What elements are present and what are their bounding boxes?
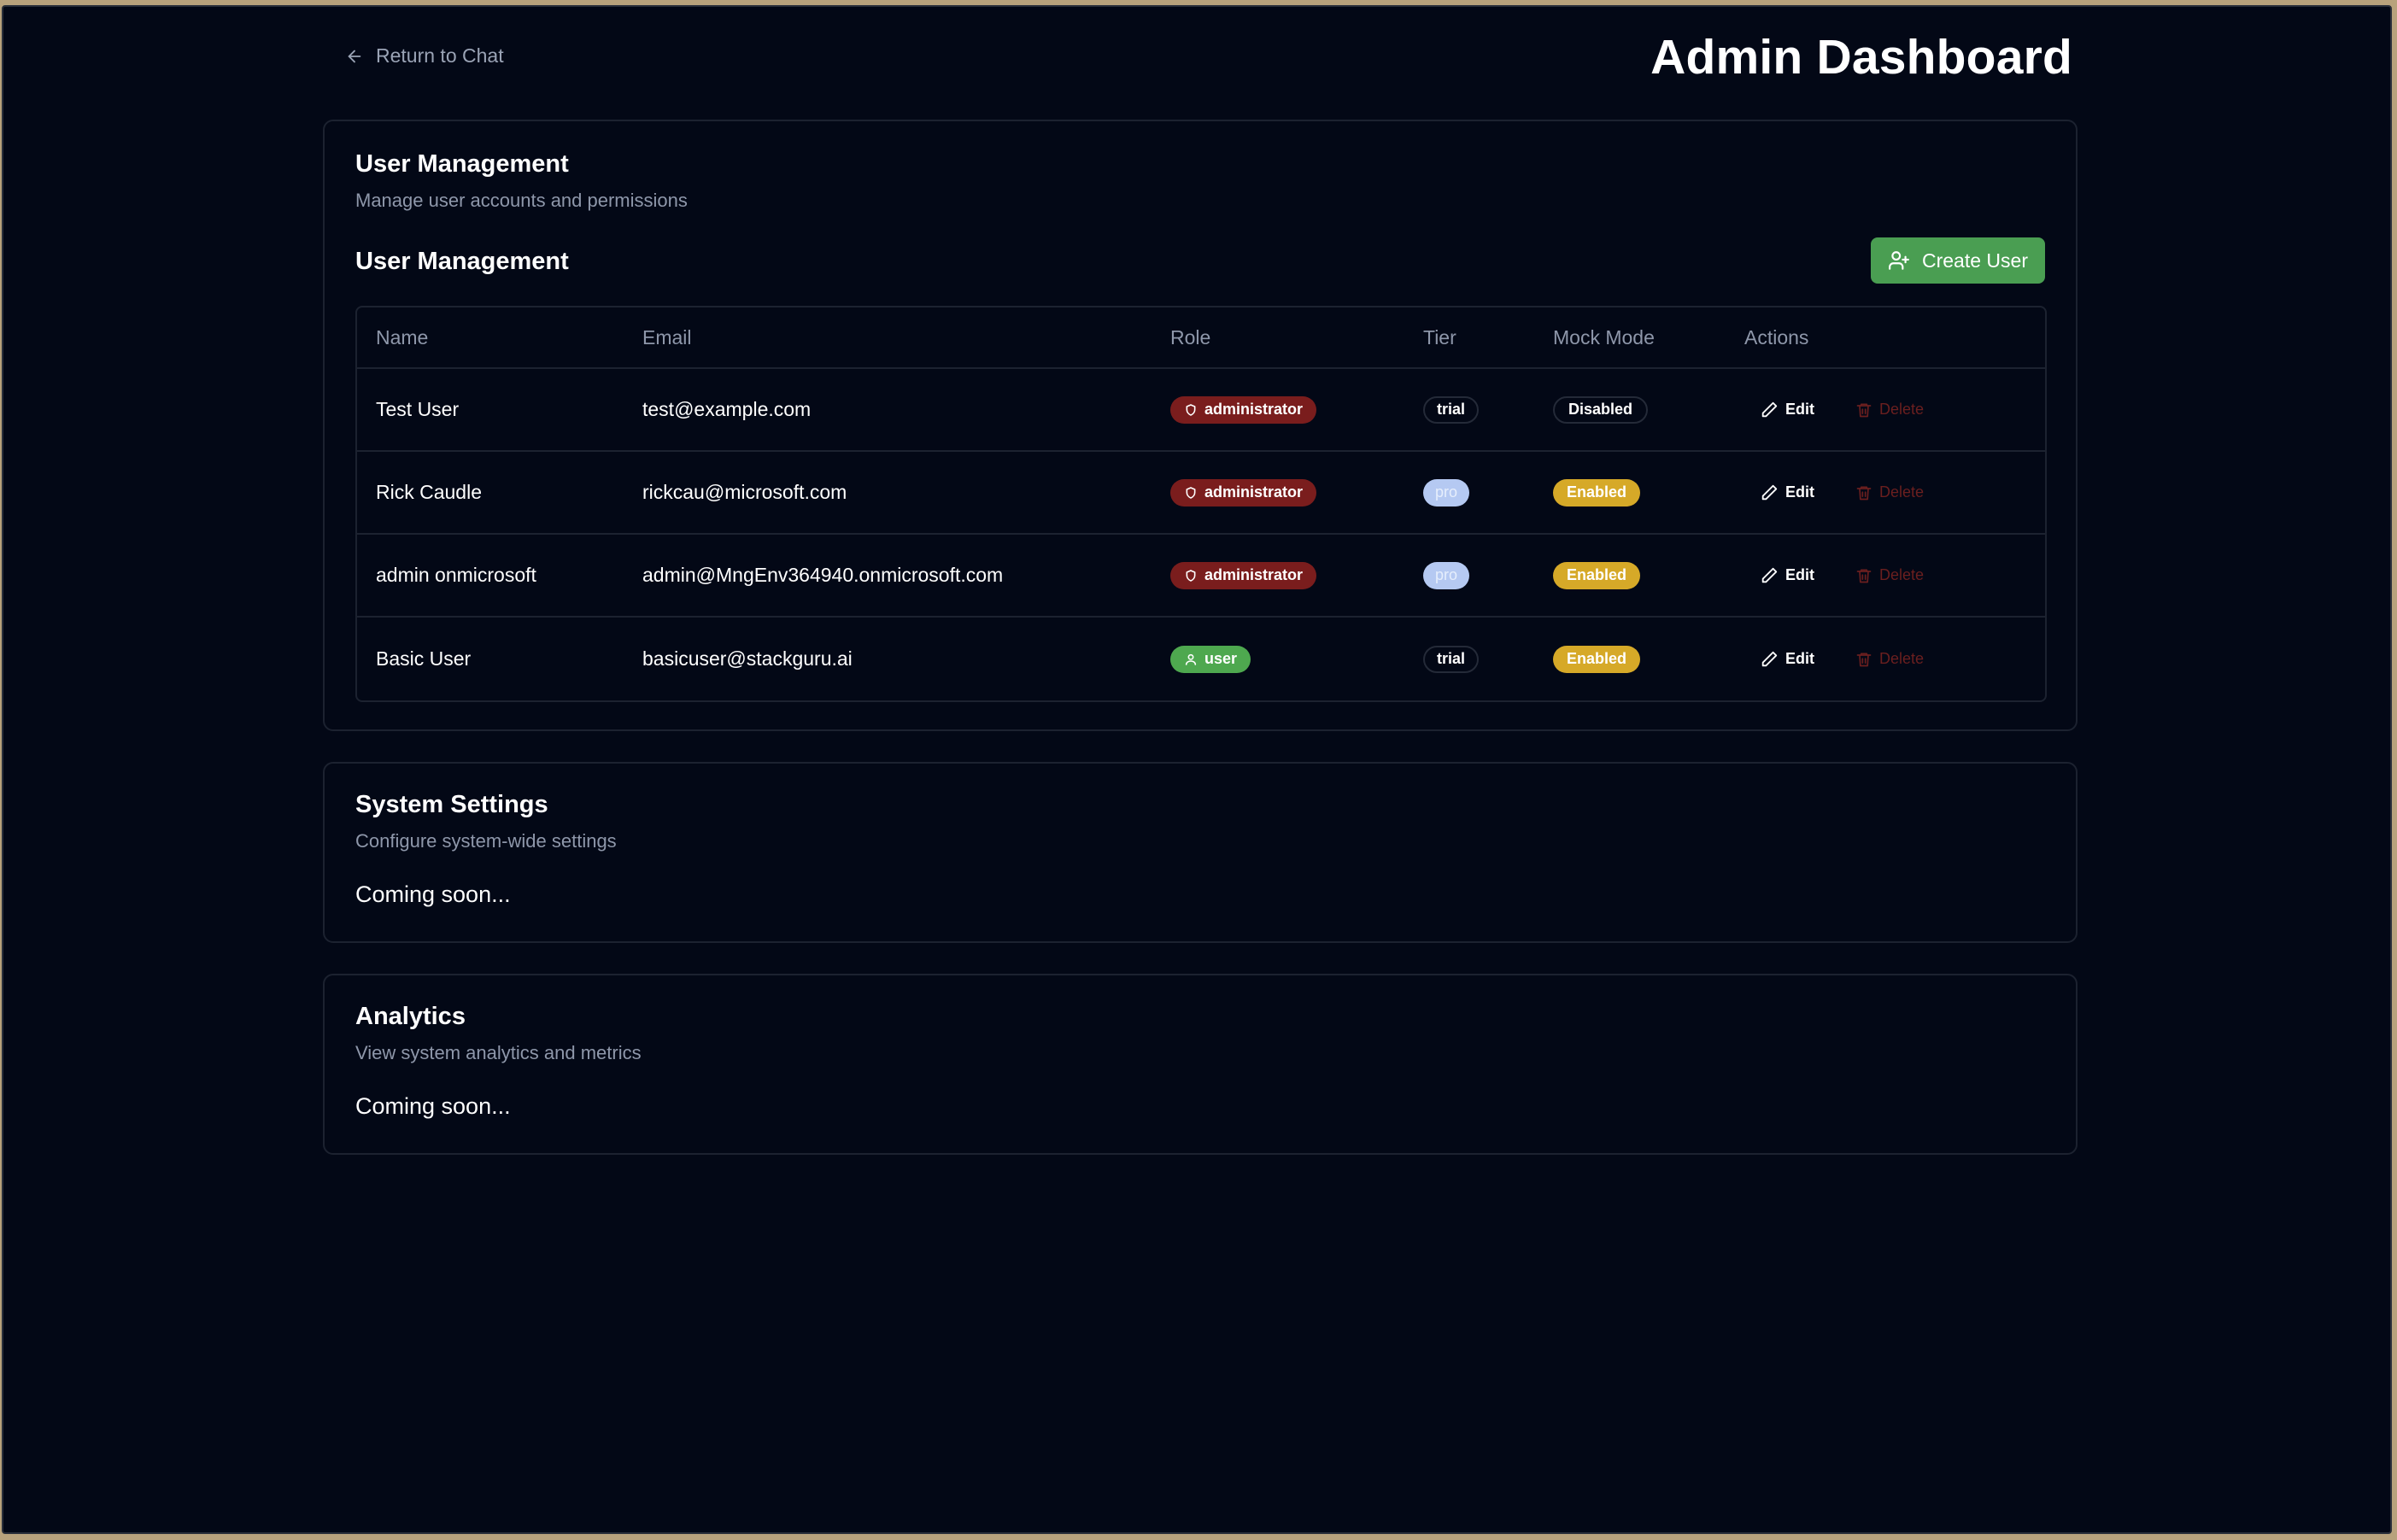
tier-cell: pro bbox=[1423, 452, 1470, 533]
trash-icon bbox=[1856, 569, 1872, 583]
column-header-mock-mode[interactable]: Mock Mode bbox=[1553, 307, 1655, 367]
delete-label: Delete bbox=[1879, 401, 1925, 418]
edit-label: Edit bbox=[1785, 401, 1814, 418]
role-label: administrator bbox=[1204, 483, 1304, 501]
role-cell: user bbox=[1170, 618, 1251, 700]
arrow-left-icon bbox=[348, 50, 361, 62]
tier-cell: pro bbox=[1423, 535, 1470, 616]
mock-mode-cell: Enabled bbox=[1553, 452, 1641, 533]
column-header-email[interactable]: Email bbox=[642, 307, 692, 367]
return-to-chat-link[interactable]: Return to Chat bbox=[345, 44, 504, 67]
delete-label: Delete bbox=[1879, 650, 1925, 667]
column-header-actions: Actions bbox=[1744, 325, 1809, 348]
edit-button[interactable]: Edit bbox=[1760, 369, 1814, 450]
section-title: User Management bbox=[355, 248, 569, 275]
mock-mode-badge: Disabled bbox=[1553, 395, 1649, 424]
shield-icon bbox=[1186, 403, 1196, 416]
edit-label: Edit bbox=[1785, 483, 1814, 501]
role-cell: administrator bbox=[1170, 452, 1317, 533]
user-name: Basic User bbox=[376, 647, 472, 670]
card-subtitle: Configure system-wide settings bbox=[355, 830, 617, 852]
trash-icon bbox=[1856, 653, 1872, 666]
create-user-label: Create User bbox=[1922, 249, 2028, 272]
user-icon bbox=[1185, 653, 1197, 665]
table-row: Basic User basicuser@stackguru.ai user t… bbox=[357, 618, 2045, 700]
coming-soon-text: Coming soon... bbox=[355, 881, 511, 907]
app-window: Return to Chat Admin Dashboard User Mana… bbox=[2, 5, 2392, 1534]
user-name: Test User bbox=[376, 398, 460, 420]
pencil-icon bbox=[1761, 484, 1778, 500]
pencil-icon bbox=[1761, 651, 1778, 666]
tier-cell: trial bbox=[1423, 618, 1480, 700]
analytics-card: Analytics View system analytics and metr… bbox=[323, 974, 2078, 1155]
column-header-name[interactable]: Name bbox=[376, 307, 428, 367]
mock-mode-badge: Enabled bbox=[1553, 561, 1641, 589]
role-label: administrator bbox=[1204, 566, 1304, 583]
trash-icon bbox=[1856, 486, 1872, 500]
pencil-icon bbox=[1761, 567, 1778, 583]
mock-mode-cell: Disabled bbox=[1553, 369, 1649, 450]
user-email: test@example.com bbox=[642, 398, 812, 420]
user-management-card: User Management Manage user accounts and… bbox=[323, 120, 2078, 731]
shield-icon bbox=[1186, 486, 1196, 499]
role-badge: administrator bbox=[1170, 395, 1317, 424]
user-name: admin onmicrosoft bbox=[376, 564, 536, 586]
trash-icon bbox=[1856, 403, 1872, 417]
card-subtitle: View system analytics and metrics bbox=[355, 1042, 642, 1063]
user-email: basicuser@stackguru.ai bbox=[642, 647, 853, 670]
pencil-icon bbox=[1761, 401, 1778, 417]
card-title: Analytics bbox=[355, 1003, 466, 1030]
coming-soon-text: Coming soon... bbox=[355, 1093, 511, 1119]
role-badge: user bbox=[1170, 645, 1251, 673]
role-badge: administrator bbox=[1170, 478, 1317, 507]
return-to-chat-label: Return to Chat bbox=[376, 44, 504, 67]
edit-button[interactable]: Edit bbox=[1760, 535, 1814, 616]
card-title: System Settings bbox=[355, 791, 548, 818]
page-title: Admin Dashboard bbox=[1650, 30, 2072, 85]
tier-badge: pro bbox=[1423, 478, 1470, 507]
role-label: user bbox=[1204, 650, 1238, 667]
mock-mode-cell: Enabled bbox=[1553, 535, 1641, 616]
tier-badge: trial bbox=[1423, 645, 1480, 673]
edit-label: Edit bbox=[1785, 650, 1814, 667]
user-email: admin@MngEnv364940.onmicrosoft.com bbox=[642, 564, 1004, 586]
role-cell: administrator bbox=[1170, 535, 1317, 616]
card-title: User Management bbox=[355, 150, 569, 178]
system-settings-card: System Settings Configure system-wide se… bbox=[323, 762, 2078, 943]
tier-badge: trial bbox=[1423, 395, 1480, 424]
mock-mode-badge: Enabled bbox=[1553, 478, 1641, 507]
tier-cell: trial bbox=[1423, 369, 1480, 450]
delete-button[interactable]: Delete bbox=[1855, 535, 1924, 616]
card-subtitle: Manage user accounts and permissions bbox=[355, 190, 688, 211]
user-email: rickcau@microsoft.com bbox=[642, 481, 847, 503]
delete-button[interactable]: Delete bbox=[1855, 369, 1924, 450]
table-row: Test User test@example.com administrator… bbox=[357, 369, 2045, 452]
users-table: Name Email Role Tier Mock Mode Actions T… bbox=[355, 306, 2047, 702]
create-user-button[interactable]: Create User bbox=[1871, 237, 2045, 284]
delete-label: Delete bbox=[1879, 483, 1925, 501]
mock-mode-badge: Enabled bbox=[1553, 645, 1641, 673]
role-badge: administrator bbox=[1170, 561, 1317, 589]
edit-button[interactable]: Edit bbox=[1760, 618, 1814, 700]
role-label: administrator bbox=[1204, 401, 1304, 418]
shield-icon bbox=[1186, 569, 1196, 582]
table-row: admin onmicrosoft admin@MngEnv364940.onm… bbox=[357, 535, 2045, 618]
edit-label: Edit bbox=[1785, 566, 1814, 583]
delete-button[interactable]: Delete bbox=[1855, 618, 1924, 700]
delete-button[interactable]: Delete bbox=[1855, 452, 1924, 533]
column-header-tier[interactable]: Tier bbox=[1423, 307, 1456, 367]
table-row: Rick Caudle rickcau@microsoft.com admini… bbox=[357, 452, 2045, 535]
user-plus-icon bbox=[1889, 251, 1909, 270]
tier-badge: pro bbox=[1423, 561, 1470, 589]
user-name: Rick Caudle bbox=[376, 481, 482, 503]
role-cell: administrator bbox=[1170, 369, 1317, 450]
table-header: Name Email Role Tier Mock Mode Actions bbox=[357, 307, 2045, 369]
delete-label: Delete bbox=[1879, 566, 1925, 583]
edit-button[interactable]: Edit bbox=[1760, 452, 1814, 533]
column-header-role[interactable]: Role bbox=[1170, 307, 1210, 367]
mock-mode-cell: Enabled bbox=[1553, 618, 1641, 700]
